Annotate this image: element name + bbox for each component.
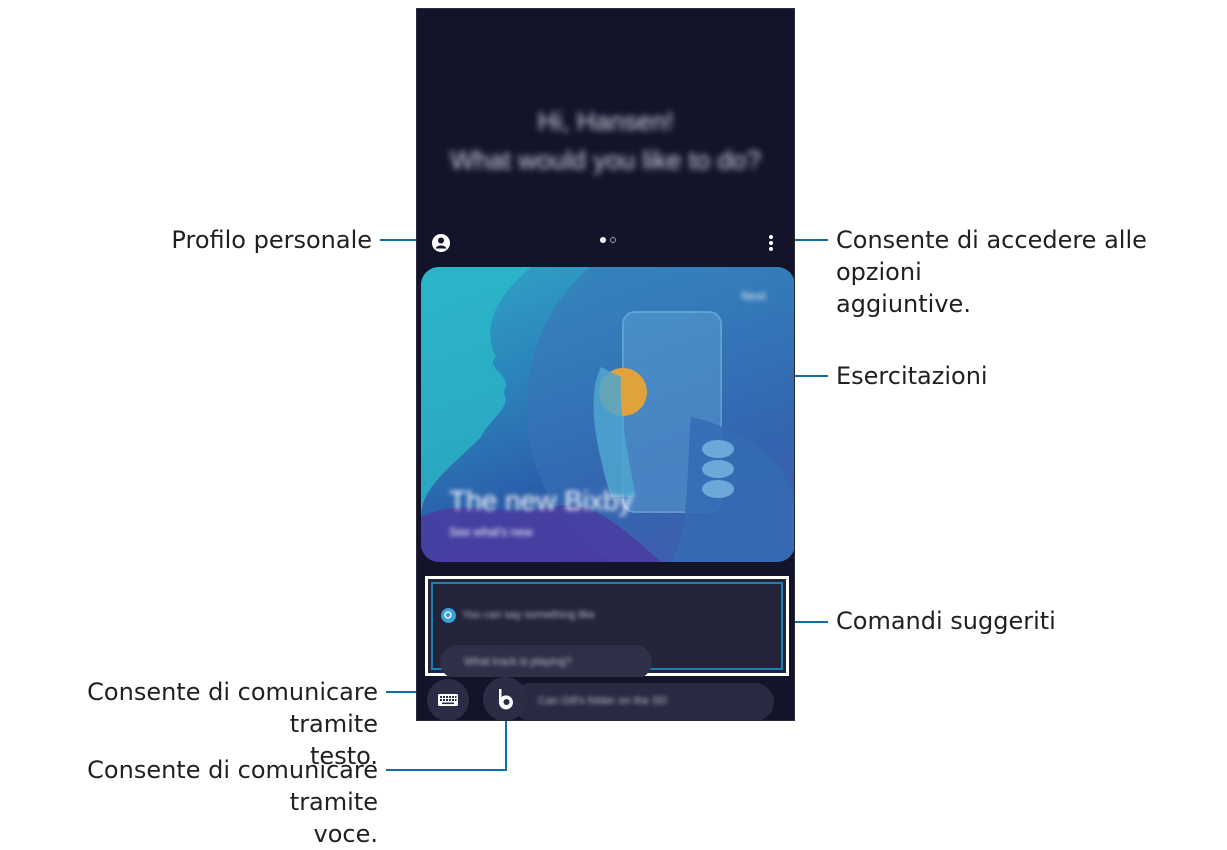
bixby-voice-icon — [499, 689, 513, 710]
callout-options-line2: aggiuntive. — [836, 290, 971, 318]
card-next-link[interactable]: Next — [741, 289, 766, 303]
bottom-suggestion-label: Can Gill's folder on the SD — [538, 695, 668, 707]
bottom-suggestion-chip[interactable]: Can Gill's folder on the SD — [512, 683, 774, 720]
search-bubble-icon — [441, 608, 456, 623]
callout-text-line1: Consente di comunicare tramite — [87, 678, 378, 738]
keyboard-icon — [438, 694, 458, 706]
callout-suggested: Comandi suggeriti — [836, 607, 1056, 635]
card-title: The new Bixby — [449, 485, 633, 516]
callout-profile: Profilo personale — [171, 226, 372, 254]
profile-icon[interactable] — [431, 233, 451, 253]
callout-options-line1: Consente di accedere alle opzioni — [836, 226, 1147, 286]
suggest-header: You can say something like — [462, 609, 595, 621]
phone-screen: Hi, Hansen! What would you like to do? N… — [416, 8, 795, 721]
card-subtitle: See what's new — [449, 525, 533, 539]
more-options-icon[interactable] — [767, 233, 775, 253]
bixby-voice-button[interactable] — [483, 677, 527, 720]
leader-line-voice-h — [386, 769, 507, 771]
callout-voice: Consente di comunicare tramite voce. — [0, 754, 378, 850]
suggested-commands-panel: You can say something like What track is… — [425, 576, 789, 679]
tutorial-card[interactable]: Next The new Bixby See what's new — [421, 267, 794, 562]
card-illustration — [421, 267, 794, 562]
bottom-bar: Can Gill's folder on the SD — [417, 677, 794, 720]
page-dot-inactive — [610, 237, 616, 243]
callout-voice-line1: Consente di comunicare tramite — [87, 756, 378, 816]
keyboard-button[interactable] — [427, 679, 469, 720]
callout-tutorials: Esercitazioni — [836, 362, 988, 390]
callout-voice-line2: voce. — [313, 820, 378, 848]
callout-options: Consente di accedere alle opzioni aggiun… — [836, 224, 1227, 320]
suggest-chip[interactable]: What track is playing? — [440, 645, 652, 679]
greeting-name: Hi, Hansen! — [537, 106, 674, 136]
suggest-chip-label: What track is playing? — [464, 656, 572, 668]
greeting-question: What would you like to do? — [450, 145, 761, 175]
page-dot-active — [600, 237, 606, 243]
